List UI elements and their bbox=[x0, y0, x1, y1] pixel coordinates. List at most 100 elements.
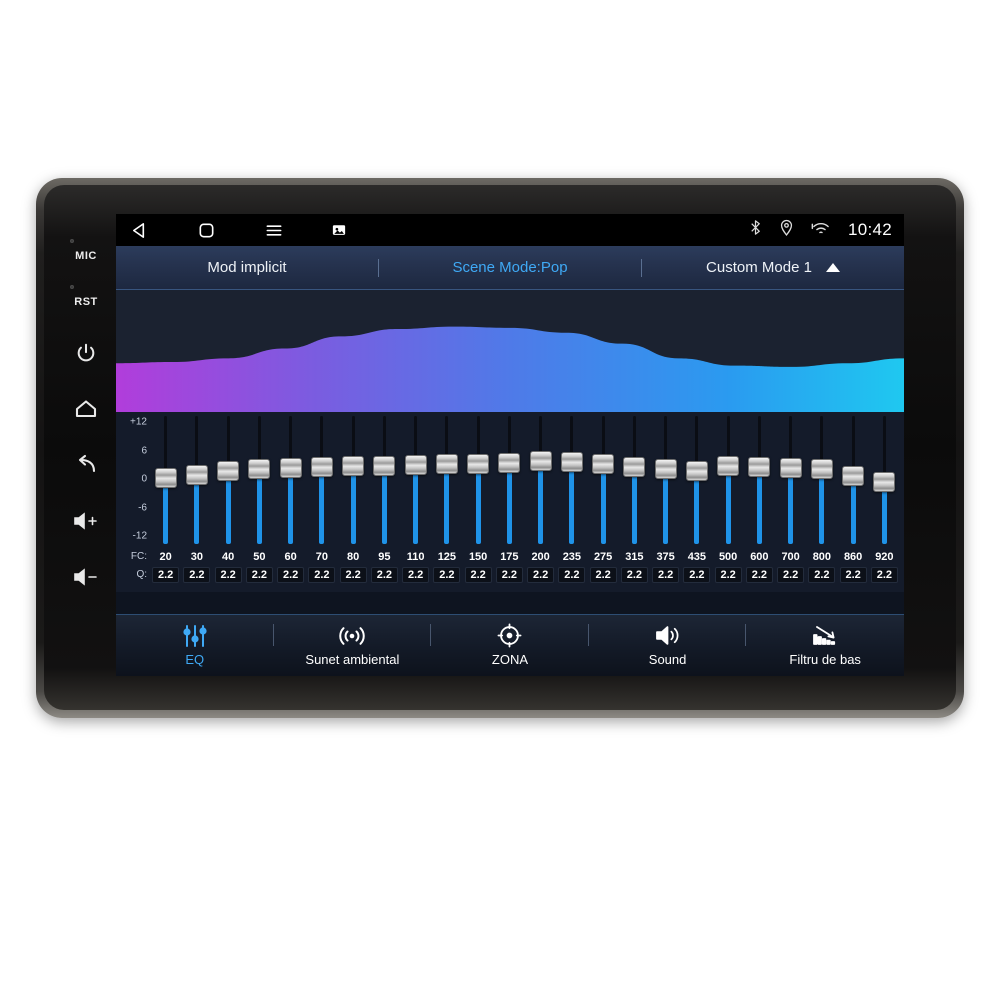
back-button[interactable] bbox=[63, 437, 109, 493]
eq-band[interactable] bbox=[213, 416, 244, 544]
eq-slider-knob[interactable] bbox=[404, 454, 427, 475]
tab-sound[interactable]: Sound bbox=[589, 614, 747, 676]
q-value[interactable]: 2.2 bbox=[402, 566, 430, 583]
eq-band[interactable] bbox=[494, 416, 525, 544]
q-cell[interactable]: 2.2 bbox=[400, 566, 431, 583]
power-button[interactable] bbox=[63, 325, 109, 381]
back-icon[interactable] bbox=[130, 221, 149, 240]
eq-slider-knob[interactable] bbox=[873, 471, 896, 492]
q-cell[interactable]: 2.2 bbox=[306, 566, 337, 583]
mic-button[interactable]: MIC bbox=[63, 233, 109, 279]
chevron-up-icon[interactable] bbox=[825, 263, 840, 272]
eq-band[interactable] bbox=[525, 416, 556, 544]
eq-slider-knob[interactable] bbox=[810, 459, 833, 480]
tab-eq[interactable]: EQ bbox=[116, 614, 274, 676]
eq-band[interactable] bbox=[306, 416, 337, 544]
q-cell[interactable]: 2.2 bbox=[650, 566, 681, 583]
home-button[interactable] bbox=[63, 381, 109, 437]
eq-band[interactable] bbox=[869, 416, 900, 544]
eq-band[interactable] bbox=[431, 416, 462, 544]
custom-mode-button[interactable]: Custom Mode 1 bbox=[642, 259, 904, 276]
touchscreen[interactable]: 10:42 Mod implicit Scene Mode:Pop Custom… bbox=[116, 214, 904, 676]
q-values[interactable]: 2.2 2.2 2.2 2.2 2.2 2.2 2.2 2.2 2.2 2.2 2.2 2.2 2.2 2… bbox=[150, 566, 900, 583]
eq-band[interactable] bbox=[275, 416, 306, 544]
q-cell[interactable]: 2.2 bbox=[713, 566, 744, 583]
q-value[interactable]: 2.2 bbox=[683, 566, 711, 583]
eq-slider-knob[interactable] bbox=[529, 450, 552, 471]
eq-band-sliders[interactable] bbox=[150, 416, 900, 544]
q-cell[interactable]: 2.2 bbox=[619, 566, 650, 583]
q-value[interactable]: 2.2 bbox=[277, 566, 305, 583]
q-cell[interactable]: 2.2 bbox=[463, 566, 494, 583]
eq-band[interactable] bbox=[838, 416, 869, 544]
eq-slider-knob[interactable] bbox=[779, 458, 802, 479]
eq-slider-knob[interactable] bbox=[310, 456, 333, 477]
eq-slider-knob[interactable] bbox=[560, 452, 583, 473]
q-cell[interactable]: 2.2 bbox=[494, 566, 525, 583]
q-value[interactable]: 2.2 bbox=[152, 566, 180, 583]
eq-slider-knob[interactable] bbox=[748, 457, 771, 478]
eq-slider-knob[interactable] bbox=[654, 459, 677, 480]
screenshot-icon[interactable] bbox=[332, 223, 346, 237]
q-cell[interactable]: 2.2 bbox=[556, 566, 587, 583]
eq-band[interactable] bbox=[619, 416, 650, 544]
scene-mode-button[interactable]: Scene Mode:Pop bbox=[379, 259, 641, 276]
eq-slider-knob[interactable] bbox=[467, 453, 490, 474]
eq-band[interactable] bbox=[713, 416, 744, 544]
eq-slider-knob[interactable] bbox=[248, 458, 271, 479]
eq-slider-knob[interactable] bbox=[623, 456, 646, 477]
q-cell[interactable]: 2.2 bbox=[869, 566, 900, 583]
eq-slider-knob[interactable] bbox=[154, 468, 177, 488]
q-cell[interactable]: 2.2 bbox=[150, 566, 181, 583]
eq-slider-knob[interactable] bbox=[342, 456, 365, 477]
q-value[interactable]: 2.2 bbox=[714, 566, 742, 583]
q-cell[interactable]: 2.2 bbox=[838, 566, 869, 583]
q-value[interactable]: 2.2 bbox=[808, 566, 836, 583]
eq-band[interactable] bbox=[806, 416, 837, 544]
q-cell[interactable]: 2.2 bbox=[181, 566, 212, 583]
q-value[interactable]: 2.2 bbox=[620, 566, 648, 583]
q-value[interactable]: 2.2 bbox=[777, 566, 805, 583]
q-value[interactable]: 2.2 bbox=[527, 566, 555, 583]
q-value[interactable]: 2.2 bbox=[870, 566, 898, 583]
q-cell[interactable]: 2.2 bbox=[806, 566, 837, 583]
eq-band[interactable] bbox=[181, 416, 212, 544]
q-cell[interactable]: 2.2 bbox=[431, 566, 462, 583]
q-value[interactable]: 2.2 bbox=[558, 566, 586, 583]
eq-band[interactable] bbox=[556, 416, 587, 544]
eq-band[interactable] bbox=[400, 416, 431, 544]
eq-band[interactable] bbox=[244, 416, 275, 544]
eq-band[interactable] bbox=[681, 416, 712, 544]
eq-slider-knob[interactable] bbox=[842, 466, 865, 487]
eq-slider-knob[interactable] bbox=[592, 454, 615, 475]
q-value[interactable]: 2.2 bbox=[308, 566, 336, 583]
eq-band[interactable] bbox=[369, 416, 400, 544]
q-value[interactable]: 2.2 bbox=[495, 566, 523, 583]
q-cell[interactable]: 2.2 bbox=[244, 566, 275, 583]
q-cell[interactable]: 2.2 bbox=[338, 566, 369, 583]
eq-slider-knob[interactable] bbox=[685, 460, 708, 481]
eq-band[interactable] bbox=[775, 416, 806, 544]
eq-slider-knob[interactable] bbox=[373, 455, 396, 476]
bottom-tab-bar[interactable]: EQ Sunet ambiental ZONA Sound Filtru de bas bbox=[116, 614, 904, 676]
eq-slider-knob[interactable] bbox=[717, 456, 740, 477]
q-cell[interactable]: 2.2 bbox=[213, 566, 244, 583]
q-cell[interactable]: 2.2 bbox=[369, 566, 400, 583]
eq-slider-knob[interactable] bbox=[498, 452, 521, 473]
eq-band[interactable] bbox=[650, 416, 681, 544]
q-value[interactable]: 2.2 bbox=[745, 566, 773, 583]
eq-slider-knob[interactable] bbox=[435, 454, 458, 475]
reset-button[interactable]: RST bbox=[63, 279, 109, 325]
eq-band[interactable] bbox=[588, 416, 619, 544]
q-value[interactable]: 2.2 bbox=[339, 566, 367, 583]
eq-band[interactable] bbox=[150, 416, 181, 544]
q-value[interactable]: 2.2 bbox=[589, 566, 617, 583]
q-value[interactable]: 2.2 bbox=[245, 566, 273, 583]
menu-icon[interactable] bbox=[264, 221, 284, 240]
q-cell[interactable]: 2.2 bbox=[775, 566, 806, 583]
q-value[interactable]: 2.2 bbox=[652, 566, 680, 583]
equalizer-panel[interactable]: +12 6 0 -6 -12 FC: 20 30 40 50 60 70 80 95 110 125 150… bbox=[116, 412, 904, 592]
eq-band[interactable] bbox=[744, 416, 775, 544]
home-icon[interactable] bbox=[197, 221, 216, 240]
q-value[interactable]: 2.2 bbox=[464, 566, 492, 583]
